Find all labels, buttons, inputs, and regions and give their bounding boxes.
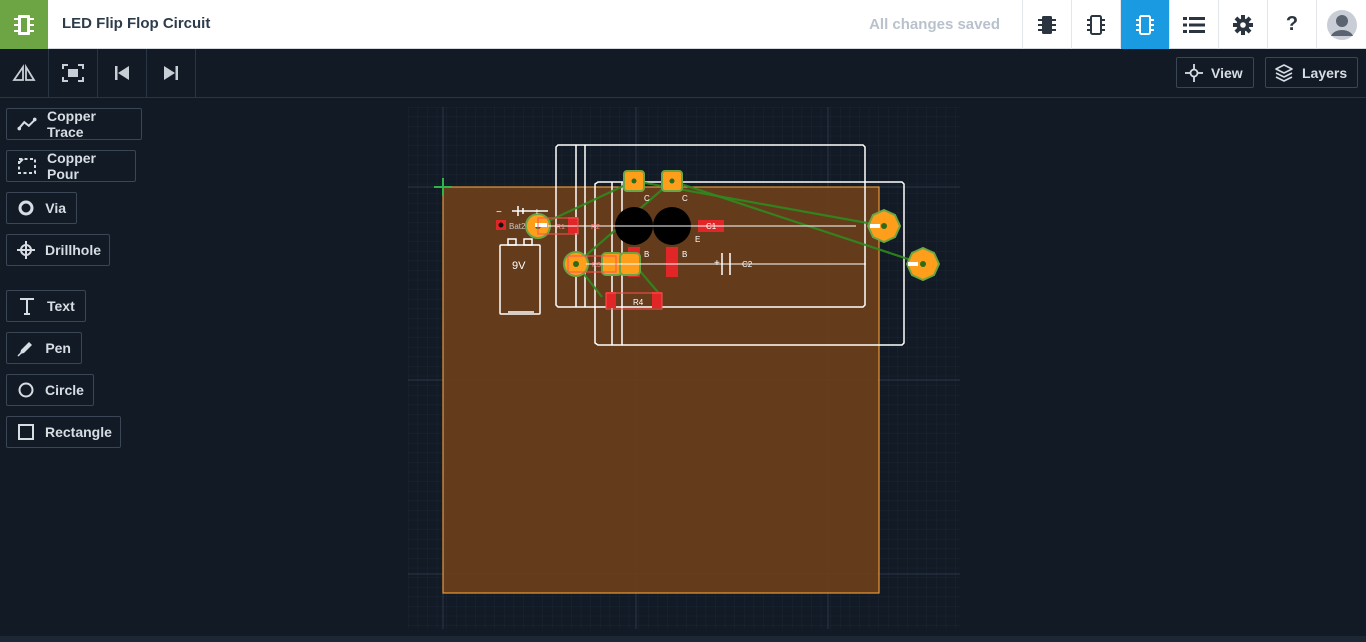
- svg-text:C2: C2: [742, 260, 753, 269]
- circle-icon: [17, 380, 35, 400]
- tool-label: Rectangle: [45, 424, 112, 440]
- tool-rectangle[interactable]: Rectangle: [6, 416, 121, 448]
- bom-list-button[interactable]: [1169, 0, 1218, 49]
- list-icon: [1183, 16, 1205, 33]
- tool-pen[interactable]: Pen: [6, 332, 82, 364]
- tool-label: Circle: [45, 382, 84, 398]
- pcb-chip-icon: [1136, 14, 1154, 35]
- svg-text:C: C: [644, 194, 650, 203]
- svg-text:+: +: [534, 207, 540, 218]
- svg-text:Bat2: Bat2: [509, 222, 526, 231]
- tool-via[interactable]: Via: [6, 192, 77, 224]
- fit-screen-icon: [62, 64, 84, 82]
- skip-forward-icon: [164, 66, 178, 80]
- skip-back-button[interactable]: [98, 49, 147, 97]
- tool-label: Pen: [45, 340, 71, 356]
- svg-text:E: E: [695, 235, 700, 244]
- via-icon: [17, 198, 35, 218]
- drillhole-icon: [17, 240, 35, 260]
- status-strip: [0, 636, 1366, 642]
- chip-outline-icon: [1087, 14, 1105, 35]
- tool-copper-pour[interactable]: Copper Pour: [6, 150, 136, 182]
- canvas-toolbar: View Layers: [0, 49, 1366, 98]
- breadboard-view-button[interactable]: [1071, 0, 1120, 49]
- app-logo[interactable]: [0, 0, 48, 49]
- layers-icon: [1275, 63, 1293, 82]
- pcb-view-button[interactable]: [1120, 0, 1169, 49]
- help-button[interactable]: ?: [1267, 0, 1316, 49]
- top-bar: LED Flip Flop Circuit All changes saved: [0, 0, 1366, 49]
- layers-label: Layers: [1302, 64, 1348, 81]
- tool-label: Via: [45, 200, 66, 216]
- help-label: ?: [1285, 13, 1299, 35]
- tool-text[interactable]: Text: [6, 290, 86, 322]
- view-label: View: [1211, 64, 1243, 81]
- tool-copper-trace[interactable]: Copper Trace: [6, 108, 142, 140]
- pen-icon: [17, 338, 35, 358]
- svg-text:+: +: [714, 258, 720, 269]
- svg-text:R1: R1: [556, 224, 565, 231]
- rectangle-icon: [17, 422, 35, 442]
- skip-back-icon: [115, 66, 129, 80]
- chip-logo-icon: [14, 14, 34, 35]
- tool-label: Copper Trace: [47, 108, 96, 140]
- svg-text:R2: R2: [591, 224, 600, 231]
- user-avatar[interactable]: [1316, 0, 1366, 49]
- svg-text:9V: 9V: [512, 260, 526, 272]
- svg-text:B: B: [682, 250, 687, 259]
- schematic-view-button[interactable]: [1022, 0, 1071, 49]
- copper-trace-icon: [17, 114, 37, 134]
- skip-forward-button[interactable]: [147, 49, 196, 97]
- text-icon: [17, 296, 37, 316]
- svg-text:R4: R4: [633, 298, 644, 307]
- pcb-drawing[interactable]: C B C B E R4 C1 C2 Bat2 9V − + + R2 R1 R…: [408, 107, 960, 629]
- layers-button[interactable]: Layers: [1265, 57, 1359, 88]
- svg-text:−: −: [496, 207, 502, 218]
- svg-text:C1: C1: [706, 222, 717, 231]
- flip-icon: [12, 64, 36, 81]
- tool-circle[interactable]: Circle: [6, 374, 94, 406]
- svg-text:C: C: [682, 194, 688, 203]
- save-status: All changes saved: [869, 16, 1000, 33]
- pcb-canvas[interactable]: C B C B E R4 C1 C2 Bat2 9V − + + R2 R1 R…: [408, 107, 960, 629]
- settings-button[interactable]: [1218, 0, 1267, 49]
- svg-text:R3: R3: [592, 262, 601, 269]
- ic-chip-icon: [1038, 15, 1056, 34]
- tool-drillhole[interactable]: Drillhole: [6, 234, 110, 266]
- tool-label: Drillhole: [45, 242, 102, 258]
- project-title[interactable]: LED Flip Flop Circuit: [62, 15, 210, 32]
- crosshair-icon: [1185, 63, 1203, 82]
- tool-label: Text: [47, 298, 75, 314]
- tool-label: Copper Pour: [47, 150, 96, 182]
- svg-text:B: B: [644, 250, 649, 259]
- avatar-icon: [1326, 9, 1357, 40]
- pcb-board[interactable]: [442, 186, 880, 594]
- gear-icon: [1233, 14, 1253, 35]
- fit-to-screen-button[interactable]: [49, 49, 98, 97]
- copper-pour-icon: [17, 156, 37, 176]
- flip-board-button[interactable]: [0, 49, 49, 97]
- battery-pin-hole: [498, 222, 504, 228]
- top-icon-bar: ?: [1022, 0, 1366, 49]
- view-button[interactable]: View: [1176, 57, 1254, 88]
